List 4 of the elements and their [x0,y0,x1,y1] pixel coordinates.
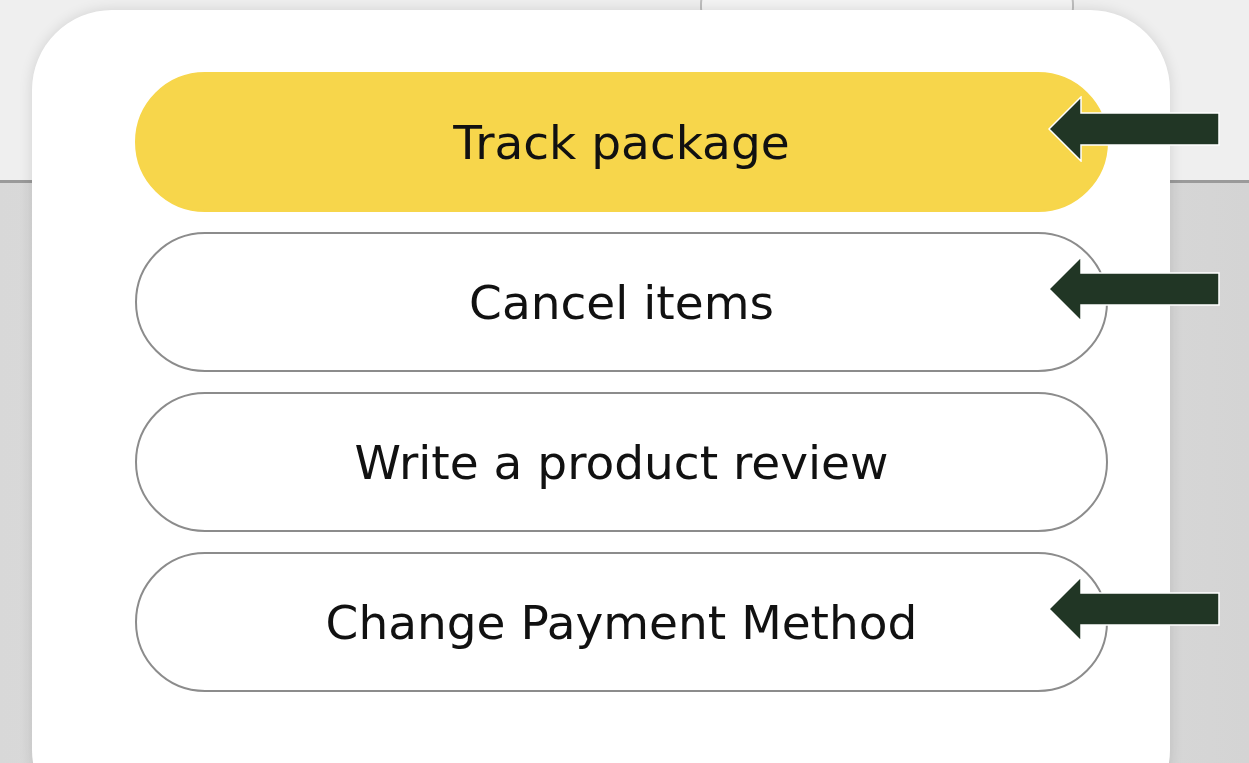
action-button[interactable]: Cancel items [135,232,1108,372]
action-button[interactable]: Write a product review [135,392,1108,532]
primary-button[interactable]: Track package [135,72,1108,212]
action-button[interactable]: Change Payment Method [135,552,1108,692]
